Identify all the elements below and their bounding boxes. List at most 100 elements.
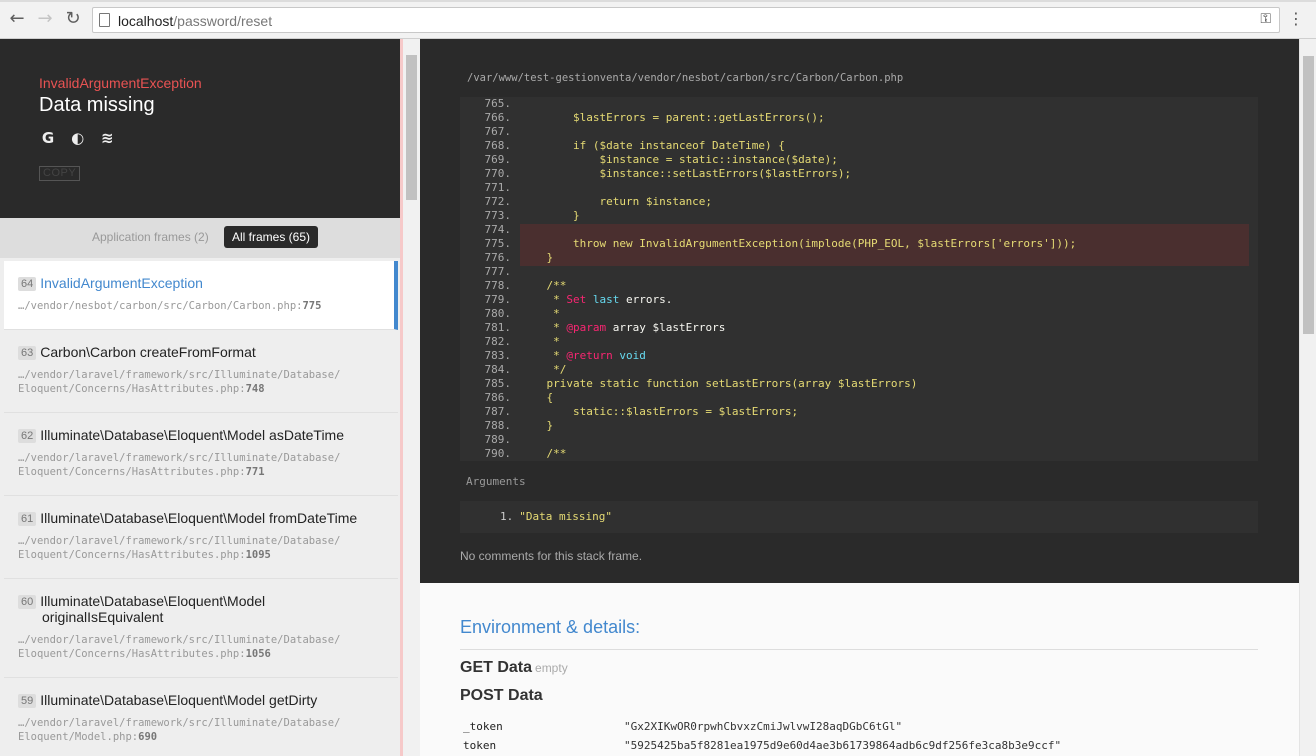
line-number: 771. [484,181,512,194]
line-number: 778. [484,279,512,292]
line-number: 776. [484,251,512,264]
code-line: 767. [460,125,1258,139]
line-number: 788. [484,419,512,432]
line-source: * @param array $lastErrors [520,321,726,334]
code-panel: /var/www/test-gestionventa/vendor/nesbot… [420,39,1299,583]
line-source: * [520,335,560,348]
frame-class: Illuminate\Database\Eloquent\Model getDi… [40,692,318,708]
page-scrollbar[interactable] [1299,39,1316,756]
google-icon[interactable]: G [39,129,57,147]
reload-icon[interactable]: ↻ [63,9,83,29]
line-source: $lastErrors = parent::getLastErrors(); [520,111,825,124]
search-links: G ◐ ≋ [39,129,124,147]
code-line: 765. [460,97,1258,111]
back-arrow-icon[interactable]: ← [7,9,27,29]
line-number: 774. [484,223,512,236]
line-number: 765. [484,97,512,110]
code-line: 786. { [460,391,1258,405]
code-line: 768. if ($date instanceof DateTime) { [460,139,1258,153]
left-panel: InvalidArgumentException Data missing G … [0,39,403,756]
frame-index: 60 [18,595,37,609]
frame-index: 63 [18,346,37,360]
code-line: 780. * [460,307,1258,321]
key-icon[interactable]: ⚿ [1260,11,1271,27]
line-source: $instance::setLastErrors($lastErrors); [520,167,852,180]
line-number: 773. [484,209,512,222]
frame-file: …/vendor/laravel/framework/src/Illuminat… [18,717,341,743]
frames-scrollbar-thumb[interactable] [406,55,417,200]
frame-file: …/vendor/laravel/framework/src/Illuminat… [18,369,341,395]
frame-item[interactable]: 61 Illuminate\Database\Eloquent\Model fro… [4,496,398,579]
frames-scrollbar[interactable] [403,39,420,756]
line-number: 785. [484,377,512,390]
line-source: * @return void [520,349,646,362]
frame-class: Illuminate\Database\Eloquent\Model fromD… [40,510,358,526]
code-line: 766. $lastErrors = parent::getLastErrors… [460,111,1258,125]
code-line: 788. } [460,419,1258,433]
code-line: 789. [460,433,1258,447]
arguments-block: 1. "Data missing" [460,501,1258,533]
line-source: /** [520,279,567,292]
url-host: localhost [118,13,174,29]
code-line: 787. static::$lastErrors = $lastErrors; [460,405,1258,419]
page-icon [99,13,110,27]
frame-item[interactable]: 63 Carbon\Carbon createFromFormat …/vendo… [4,330,398,413]
menu-dots-icon[interactable]: ⋮ [1288,9,1304,29]
exception-message: Data missing [39,94,155,116]
stackoverflow-icon[interactable]: ≋ [98,129,116,147]
frame-index: 64 [18,277,37,291]
argument-item: 1. "Data missing" [500,510,612,523]
tab-application-frames[interactable]: Application frames (2) [92,230,209,244]
line-number: 782. [484,335,512,348]
frame-class: Illuminate\Database\Eloquent\Model [40,593,266,609]
page-scrollbar-thumb[interactable] [1303,56,1314,334]
frame-class-cont: originalIsEquivalent [42,609,164,625]
frames-list: 64 InvalidArgumentException …/vendor/nesb… [4,261,398,756]
frame-item[interactable]: 59 Illuminate\Database\Eloquent\Model get… [4,678,398,756]
exception-header: InvalidArgumentException Data missing G … [0,39,403,218]
post-key: _token [463,720,503,733]
line-source: return $instance; [520,195,713,208]
line-source: } [520,251,554,264]
code-line: 779. * Set last errors. [460,293,1258,307]
line-source: * [520,307,560,320]
forward-arrow-icon[interactable]: → [35,9,55,29]
get-data-empty: empty [535,661,568,675]
line-number: 777. [484,265,512,278]
code-line: 773. } [460,209,1258,223]
line-source: private static function setLastErrors(ar… [520,377,918,390]
post-key: token [463,739,497,752]
line-number: 781. [484,321,512,334]
frame-item[interactable]: 64 InvalidArgumentException …/vendor/nesb… [4,261,398,330]
frame-file: …/vendor/laravel/framework/src/Illuminat… [18,634,341,660]
line-number: 768. [484,139,512,152]
copy-button[interactable]: COPY [39,166,81,181]
tab-all-frames[interactable]: All frames (65) [224,226,319,248]
post-data-heading: POST Data [460,687,543,704]
arguments-label: Arguments [466,475,526,488]
line-source: { [520,391,554,404]
line-number: 787. [484,405,512,418]
frame-item[interactable]: 62 Illuminate\Database\Eloquent\Model asD… [4,413,398,496]
line-number: 783. [484,349,512,362]
address-url[interactable]: localhost/password/reset [118,13,272,29]
line-source: } [520,209,580,222]
line-number: 790. [484,447,512,460]
line-source: */ [520,363,567,376]
frame-item[interactable]: 60 Illuminate\Database\Eloquent\Model ori… [4,579,398,678]
line-number: 775. [484,237,512,250]
line-source: static::$lastErrors = $lastErrors; [520,405,799,418]
duckduckgo-icon[interactable]: ◐ [69,129,87,147]
code-line: 776. } [460,251,1258,265]
code-line: 781. * @param array $lastErrors [460,321,1258,335]
code-line: 783. * @return void [460,349,1258,363]
frame-file: …/vendor/laravel/framework/src/Illuminat… [18,535,341,561]
line-source: if ($date instanceof DateTime) { [520,139,785,152]
frame-class: Illuminate\Database\Eloquent\Model asDat… [40,427,345,443]
code-line: 785. private static function setLastErro… [460,377,1258,391]
code-line: 772. return $instance; [460,195,1258,209]
frame-index: 59 [18,694,37,708]
address-bar[interactable]: localhost/password/reset ⚿ [92,7,1280,33]
line-number: 789. [484,433,512,446]
line-number: 769. [484,153,512,166]
